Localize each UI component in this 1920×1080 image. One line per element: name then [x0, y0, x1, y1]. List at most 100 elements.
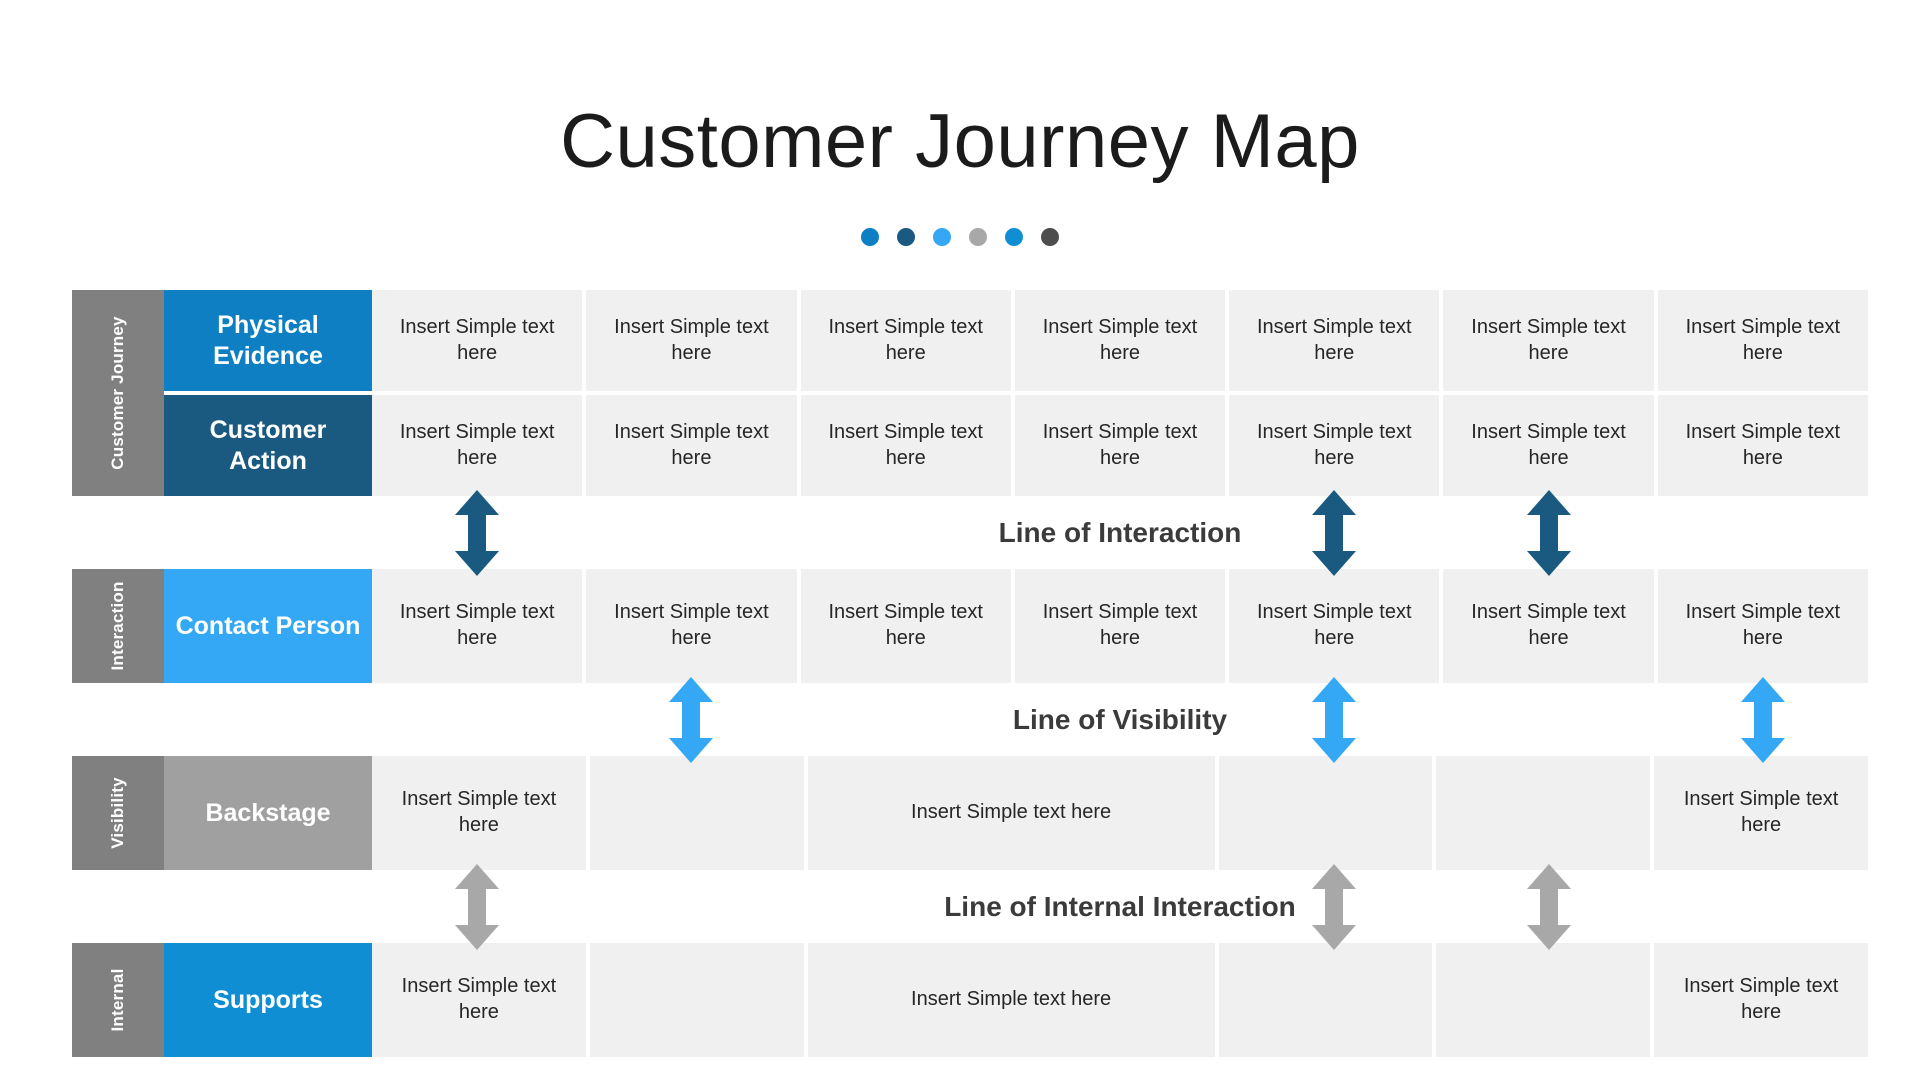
arrow-slot-interaction-6: [1443, 489, 1653, 576]
side-label-interaction: Interaction: [72, 569, 164, 683]
arrow-slot-visibility-7: [1658, 676, 1868, 763]
row-cells-physical-evidence: Insert Simple text here Insert Simple te…: [372, 290, 1868, 391]
side-label-spacer-1: [72, 395, 164, 496]
cell-physical-evidence-2[interactable]: Insert Simple text here: [586, 290, 797, 391]
double-arrow-icon: [454, 863, 500, 950]
double-arrow-icon: [1311, 489, 1357, 576]
cell-contact-person-2[interactable]: Insert Simple text here: [586, 569, 797, 683]
arrow-slot-visibility-5: [1229, 676, 1439, 763]
arrow-slot-visibility-4: [1015, 683, 1225, 756]
cell-backstage-5[interactable]: [1436, 756, 1651, 870]
row-physical-evidence: Customer Journey Physical Evidence Inser…: [72, 290, 1868, 496]
arrow-slot-internal-2: [586, 870, 796, 943]
row-cells-contact-person: Insert Simple text here Insert Simple te…: [372, 569, 1868, 683]
cell-physical-evidence-6[interactable]: Insert Simple text here: [1443, 290, 1654, 391]
cell-customer-action-7[interactable]: Insert Simple text here: [1657, 395, 1868, 496]
double-arrow-icon: [1526, 863, 1572, 950]
arrow-slot-internal-1: [372, 863, 582, 950]
row-header-physical-evidence[interactable]: Physical Evidence: [164, 290, 372, 391]
arrow-slot-interaction-1: [372, 489, 582, 576]
cell-supports-2[interactable]: [589, 943, 804, 1057]
dot-5-icon: [1005, 228, 1023, 246]
dot-3-icon: [933, 228, 951, 246]
arrow-slot-internal-4: [1015, 870, 1225, 943]
divider-line-of-interaction: Line of Interaction: [72, 489, 1868, 576]
cell-customer-action-5[interactable]: Insert Simple text here: [1229, 395, 1440, 496]
cell-physical-evidence-4[interactable]: Insert Simple text here: [1014, 290, 1226, 391]
cell-supports-6[interactable]: Insert Simple text here: [1654, 943, 1868, 1057]
cell-customer-action-2[interactable]: Insert Simple text here: [586, 395, 797, 496]
arrow-columns-interaction: [372, 489, 1868, 576]
arrow-columns-visibility: [372, 676, 1868, 763]
cell-contact-person-3[interactable]: Insert Simple text here: [800, 569, 1011, 683]
journey-matrix: Customer Journey Physical Evidence Inser…: [72, 290, 1868, 1057]
cell-backstage-3[interactable]: Insert Simple text here: [807, 756, 1215, 870]
arrow-slot-internal-3: [801, 870, 1011, 943]
divider-line-of-internal-interaction: Line of Internal Interaction: [72, 863, 1868, 950]
double-arrow-icon: [668, 676, 714, 763]
cell-physical-evidence-1[interactable]: Insert Simple text here: [372, 290, 583, 391]
page-title: Customer Journey Map: [560, 99, 1360, 184]
dot-6-icon: [1041, 228, 1059, 246]
cell-supports-3[interactable]: Insert Simple text here: [807, 943, 1215, 1057]
cell-backstage-1[interactable]: Insert Simple text here: [372, 756, 586, 870]
cell-contact-person-5[interactable]: Insert Simple text here: [1229, 569, 1440, 683]
cell-backstage-4[interactable]: [1218, 756, 1433, 870]
arrow-slot-internal-5: [1229, 863, 1439, 950]
double-arrow-icon: [454, 489, 500, 576]
row-cells-supports: Insert Simple text here Insert Simple te…: [372, 943, 1868, 1057]
row-cells-backstage: Insert Simple text here Insert Simple te…: [372, 756, 1868, 870]
row-customer-action: Customer Action Insert Simple text here …: [72, 395, 1868, 496]
cell-backstage-2[interactable]: [589, 756, 804, 870]
row-contact-person: Interaction Contact Person Insert Simple…: [72, 569, 1868, 683]
cell-contact-person-7[interactable]: Insert Simple text here: [1657, 569, 1868, 683]
arrow-slot-interaction-5: [1229, 489, 1439, 576]
row-header-customer-action[interactable]: Customer Action: [164, 395, 372, 496]
decorative-dot-row: [0, 228, 1920, 246]
cell-physical-evidence-5[interactable]: Insert Simple text here: [1229, 290, 1440, 391]
double-arrow-icon: [1526, 489, 1572, 576]
arrow-slot-interaction-7: [1658, 496, 1868, 569]
slide-root: Customer Journey Map Customer Journey Ph…: [0, 0, 1920, 1080]
cell-customer-action-3[interactable]: Insert Simple text here: [800, 395, 1011, 496]
cell-contact-person-1[interactable]: Insert Simple text here: [372, 569, 583, 683]
double-arrow-icon: [1740, 676, 1786, 763]
side-label-interaction-text: Interaction: [108, 581, 127, 671]
arrow-slot-visibility-6: [1443, 683, 1653, 756]
cell-contact-person-6[interactable]: Insert Simple text here: [1443, 569, 1654, 683]
dot-1-icon: [861, 228, 879, 246]
side-label-visibility-text: Visibility: [108, 777, 127, 849]
side-label-visibility: Visibility: [72, 756, 164, 870]
double-arrow-icon: [1311, 676, 1357, 763]
arrow-slot-interaction-4: [1015, 496, 1225, 569]
cell-supports-1[interactable]: Insert Simple text here: [372, 943, 586, 1057]
divider-track-visibility: Line of Visibility: [372, 676, 1868, 763]
row-header-contact-person[interactable]: Contact Person: [164, 569, 372, 683]
side-label-internal-text: Internal: [108, 968, 127, 1032]
arrow-slot-internal-6: [1443, 863, 1653, 950]
divider-line-of-visibility: Line of Visibility: [72, 676, 1868, 763]
cell-customer-action-1[interactable]: Insert Simple text here: [372, 395, 583, 496]
cell-supports-4[interactable]: [1218, 943, 1433, 1057]
cell-customer-action-4[interactable]: Insert Simple text here: [1014, 395, 1226, 496]
row-header-supports[interactable]: Supports: [164, 943, 372, 1057]
arrow-slot-interaction-2: [586, 496, 796, 569]
cell-customer-action-6[interactable]: Insert Simple text here: [1443, 395, 1654, 496]
cell-contact-person-4[interactable]: Insert Simple text here: [1014, 569, 1226, 683]
arrow-columns-internal: [372, 863, 1868, 950]
cell-supports-5[interactable]: [1436, 943, 1651, 1057]
row-supports: Internal Supports Insert Simple text her…: [72, 943, 1868, 1057]
cell-physical-evidence-3[interactable]: Insert Simple text here: [800, 290, 1011, 391]
arrow-slot-visibility-2: [586, 676, 796, 763]
row-header-backstage[interactable]: Backstage: [164, 756, 372, 870]
divider-track-internal: Line of Internal Interaction: [372, 863, 1868, 950]
row-backstage: Visibility Backstage Insert Simple text …: [72, 756, 1868, 870]
arrow-slot-visibility-3: [801, 683, 1011, 756]
cell-backstage-6[interactable]: Insert Simple text here: [1654, 756, 1868, 870]
side-label-internal: Internal: [72, 943, 164, 1057]
dot-2-icon: [897, 228, 915, 246]
arrow-slot-visibility-1: [372, 683, 582, 756]
double-arrow-icon: [1311, 863, 1357, 950]
arrow-slot-internal-7: [1658, 870, 1868, 943]
cell-physical-evidence-7[interactable]: Insert Simple text here: [1657, 290, 1868, 391]
